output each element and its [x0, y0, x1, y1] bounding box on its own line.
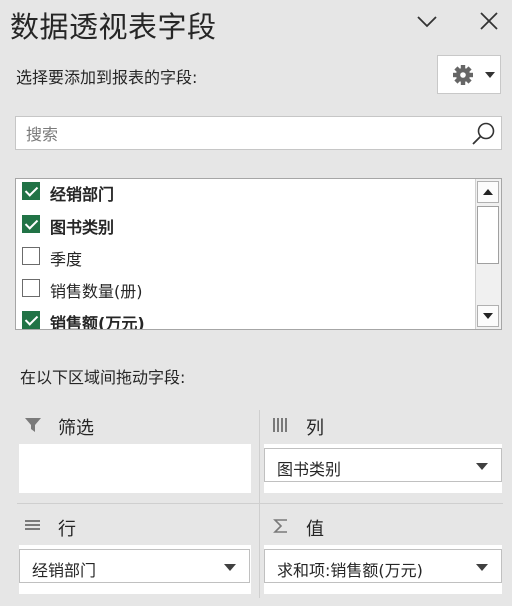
- scroll-up-button[interactable]: [477, 181, 499, 203]
- choose-fields-label: 选择要添加到报表的字段:: [16, 68, 198, 87]
- area-divider-horizontal: [17, 503, 503, 504]
- field-search-box[interactable]: [15, 116, 502, 150]
- field-label: 销售数量(册): [50, 282, 143, 301]
- column-field-label: 图书类别: [277, 460, 342, 479]
- values-drop-zone: 求和项:销售额(万元): [264, 545, 502, 594]
- row-field-label: 经销部门: [32, 561, 97, 580]
- chevron-down-icon: [417, 16, 437, 28]
- values-area-label: 值: [306, 519, 324, 540]
- search-icon[interactable]: [471, 121, 497, 147]
- field-checkbox[interactable]: [22, 311, 40, 329]
- area-divider-vertical: [259, 410, 260, 598]
- dropdown-arrow-icon: [476, 463, 488, 470]
- tools-dropdown-button[interactable]: [437, 55, 501, 94]
- field-label: 季度: [50, 250, 83, 269]
- close-pane-button[interactable]: [472, 6, 506, 36]
- field-label: 图书类别: [50, 218, 115, 237]
- field-item-sales-dept[interactable]: 经销部门: [16, 181, 476, 213]
- triangle-up-icon: [483, 189, 493, 195]
- field-item-sales-amount[interactable]: 销售额(万元): [16, 310, 476, 330]
- rows-drop-zone: 经销部门: [19, 545, 251, 594]
- field-item-book-category[interactable]: 图书类别: [16, 214, 476, 246]
- field-checkbox[interactable]: [22, 215, 40, 233]
- search-input[interactable]: [24, 123, 468, 145]
- gear-icon: [453, 65, 495, 85]
- value-field-label: 求和项:销售额(万元): [277, 561, 423, 580]
- drag-fields-label: 在以下区域间拖动字段:: [20, 368, 186, 387]
- sigma-icon: [273, 519, 287, 533]
- field-label: 销售额(万元): [50, 314, 145, 330]
- column-field-dropdown[interactable]: 图书类别: [264, 448, 502, 482]
- filters-area-label: 筛选: [58, 418, 94, 439]
- field-list: 经销部门 图书类别 季度 销售数量(册) 销售额(万元): [15, 178, 502, 330]
- field-item-quarter[interactable]: 季度: [16, 246, 476, 278]
- field-checkbox[interactable]: [22, 182, 40, 200]
- field-checkbox[interactable]: [22, 279, 40, 297]
- filters-drop-zone[interactable]: [19, 444, 251, 493]
- field-item-sales-quantity[interactable]: 销售数量(册): [16, 278, 476, 310]
- field-checkbox[interactable]: [22, 247, 40, 265]
- collapse-pane-button[interactable]: [410, 6, 444, 36]
- triangle-down-icon: [483, 313, 493, 319]
- rows-icon: [25, 520, 40, 530]
- dropdown-arrow-icon: [476, 564, 488, 571]
- filter-icon: [25, 418, 41, 432]
- dropdown-arrow-icon: [224, 564, 236, 571]
- scroll-down-button[interactable]: [477, 305, 499, 327]
- value-field-dropdown[interactable]: 求和项:销售额(万元): [264, 549, 502, 583]
- pane-title: 数据透视表字段: [10, 10, 217, 44]
- columns-drop-zone: 图书类别: [264, 444, 502, 493]
- scrollbar-thumb[interactable]: [477, 206, 499, 264]
- rows-area-label: 行: [58, 519, 76, 540]
- field-label: 经销部门: [50, 185, 115, 204]
- columns-area-label: 列: [306, 418, 324, 439]
- close-icon: [480, 12, 498, 30]
- field-list-scrollbar[interactable]: [475, 179, 501, 329]
- columns-icon: [273, 418, 287, 432]
- row-field-dropdown[interactable]: 经销部门: [19, 549, 250, 583]
